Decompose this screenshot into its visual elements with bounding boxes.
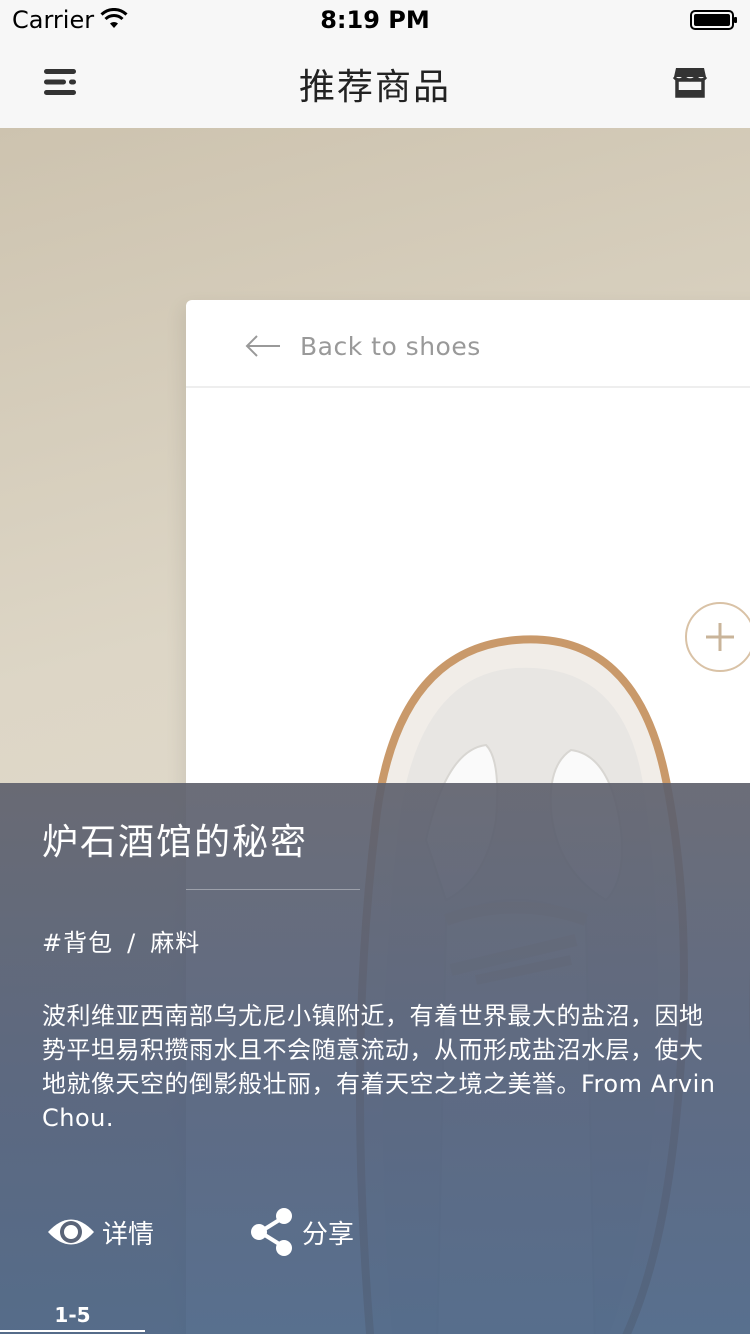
back-to-shoes-link[interactable]: Back to shoes (244, 328, 481, 364)
details-label: 详情 (102, 1219, 155, 1250)
page-indicator: 1-5 (54, 1303, 91, 1327)
nav-bar: 推荐商品 (0, 40, 750, 128)
store-icon[interactable] (670, 62, 710, 102)
panel-divider (186, 889, 360, 890)
product-info-panel: 炉石酒馆的秘密 #背包 / 麻料 波利维亚西南部乌尤尼小镇附近，有着世界最大的盐沼，… (0, 783, 750, 1334)
tag-separator: / (127, 929, 137, 957)
product-tags: #背包 / 麻料 (42, 923, 200, 958)
arrow-left-icon (245, 335, 280, 357)
status-bar: Carrier 8:19 PM (0, 0, 750, 40)
page-title: 推荐商品 (298, 67, 451, 108)
details-button[interactable]: 详情 (46, 1207, 154, 1257)
back-link-label: Back to shoes (300, 331, 481, 361)
product-description: 波利维亚西南部乌尤尼小镇附近，有着世界最大的盐沼，因地势平坦易积攒雨水且不会随意… (42, 1002, 716, 1132)
tag-category: #背包 (42, 929, 114, 957)
tag-material: 麻料 (150, 929, 201, 957)
add-button[interactable] (685, 602, 750, 672)
status-time: 8:19 PM (320, 6, 430, 34)
product-title: 炉石酒馆的秘密 (42, 822, 309, 863)
product-showcase: Back to shoes 炉石酒馆的秘密 #背包 / 麻料 波利维亚西南部乌尤… (0, 128, 750, 1334)
battery-icon (690, 10, 737, 30)
plus-icon (706, 623, 734, 651)
share-button[interactable]: 分享 (248, 1207, 354, 1257)
share-label: 分享 (302, 1219, 355, 1250)
page-indicator-underline (0, 1330, 145, 1332)
eye-icon (48, 1219, 94, 1245)
share-icon (251, 1208, 292, 1256)
card-divider (186, 386, 750, 388)
